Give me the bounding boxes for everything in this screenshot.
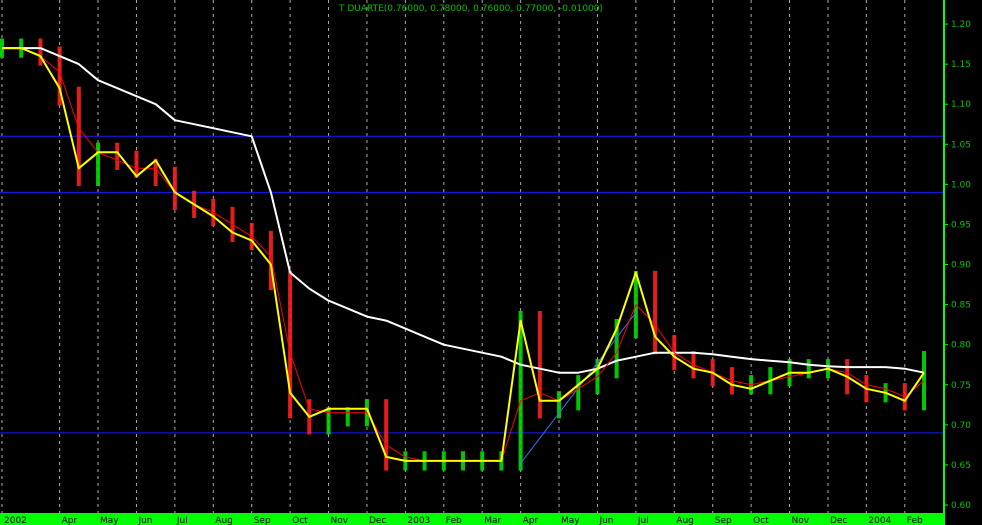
y-tick-label-1: 1.15 (951, 60, 971, 70)
x-tick-label-6: Sep (254, 516, 271, 525)
x-tick-label-8: Nov (331, 516, 349, 525)
x-tick-label-11: Feb (446, 516, 462, 525)
chart-title: T DUARTE(0.76000, 0.78000, 0.76000, 0.77… (338, 4, 603, 14)
y-tick-label-10: 0.70 (951, 421, 971, 431)
x-tick-label-15: Jun (598, 516, 613, 525)
y-tick-label-12: 0.60 (951, 501, 971, 511)
x-tick-label-17: Aug (676, 516, 694, 525)
y-tick-label-4: 1.00 (951, 180, 971, 190)
y-tick-label-5: 0.95 (951, 220, 971, 230)
x-tick-label-20: Nov (792, 516, 810, 525)
x-tick-label-3: Jun (137, 516, 152, 525)
x-tick-label-4: Jul (176, 516, 188, 525)
y-tick-label-0: 1.20 (951, 20, 971, 30)
x-tick-label-10: 2003 (407, 516, 430, 525)
plot-background (0, 0, 982, 525)
y-tick-label-6: 0.90 (951, 261, 971, 271)
x-tick-label-21: Dec (830, 516, 847, 525)
y-tick-label-11: 0.65 (951, 461, 971, 471)
x-tick-label-14: May (561, 516, 580, 525)
y-axis-strip (943, 0, 945, 513)
x-tick-label-22: 2004 (868, 516, 891, 525)
x-tick-label-7: Oct (292, 516, 308, 525)
y-tick-label-3: 1.05 (951, 140, 971, 150)
x-tick-label-16: Jul (637, 516, 649, 525)
x-tick-label-18: Sep (715, 516, 732, 525)
x-tick-label-0: 2002 (4, 516, 27, 525)
x-tick-label-9: Dec (369, 516, 386, 525)
x-tick-label-23: Feb (907, 516, 923, 525)
y-tick-label-2: 1.10 (951, 100, 971, 110)
x-tick-label-13: Apr (523, 516, 539, 525)
x-tick-label-19: Oct (753, 516, 769, 525)
y-tick-label-7: 0.85 (951, 301, 971, 311)
x-tick-label-12: Mar (484, 516, 501, 525)
y-tick-label-9: 0.75 (951, 381, 971, 391)
price-chart: 1.20 1.15 1.10 1.05 1.00 0.95 0.90 0.85 0.80 0.75… (0, 0, 982, 525)
x-tick-label-1: Apr (62, 516, 78, 525)
y-tick-label-8: 0.80 (951, 341, 971, 351)
x-tick-label-5: Aug (215, 516, 233, 525)
x-tick-label-2: May (100, 516, 119, 525)
